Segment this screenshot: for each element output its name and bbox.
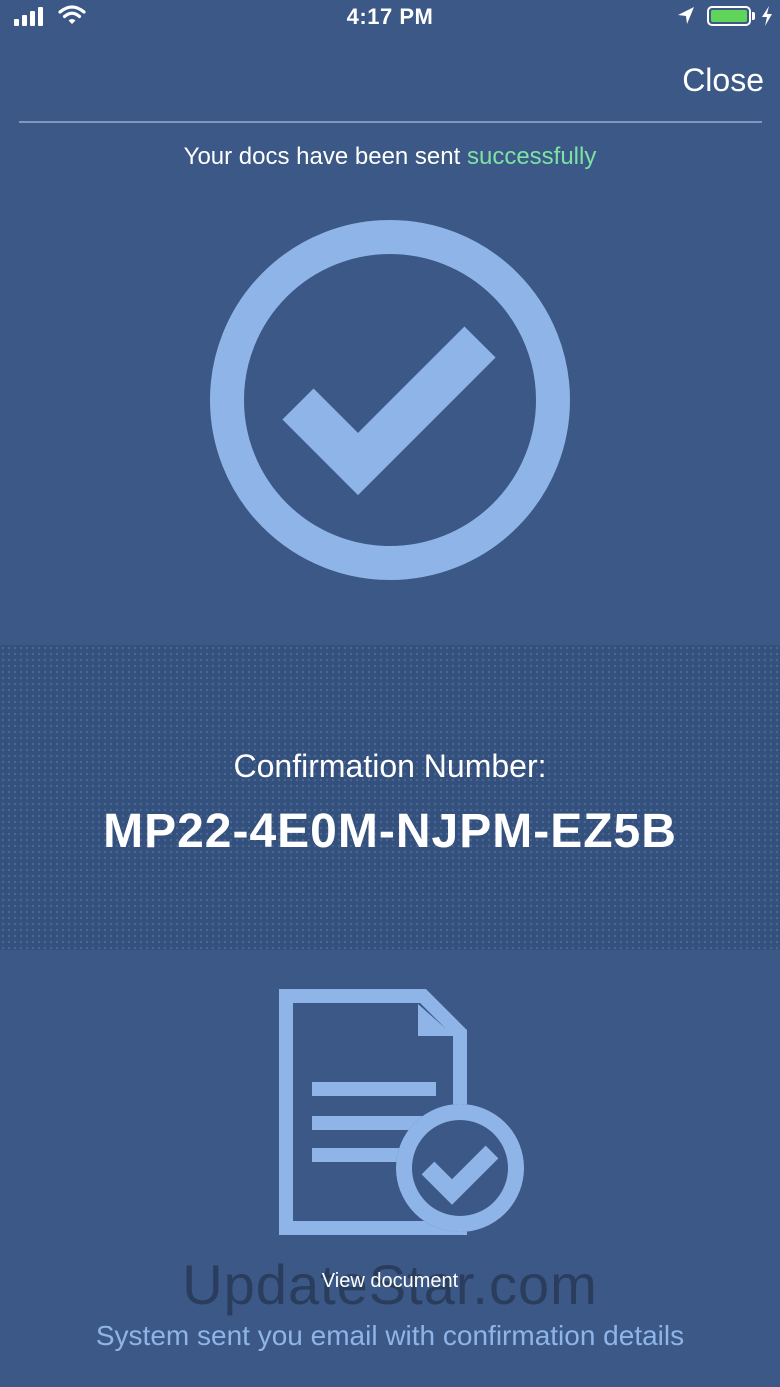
charging-bolt-icon: [760, 5, 774, 32]
confirmation-number: MP22-4E0M-NJPM-EZ5B: [103, 805, 677, 858]
confirmation-label: Confirmation Number:: [233, 748, 547, 784]
success-status-word: successfully: [466, 143, 597, 170]
status-time: 4:17 PM: [346, 4, 434, 29]
success-check-circle-icon: [208, 218, 572, 587]
location-arrow-icon: [676, 5, 696, 32]
header-divider: [19, 121, 762, 123]
status-bar: 4:17 PM: [0, 0, 780, 36]
view-document-link[interactable]: View document: [0, 1270, 780, 1293]
battery-icon: [707, 6, 751, 26]
confirmation-panel: [0, 645, 780, 950]
battery-level-fill: [711, 10, 747, 22]
email-confirmation-note: System sent you email with confirmation …: [95, 1320, 685, 1351]
success-message-prefix: Your docs have been sent: [183, 143, 461, 170]
close-button[interactable]: Close: [682, 62, 764, 99]
battery-tip: [752, 12, 755, 20]
success-message: Your docs have been sent successfully: [0, 143, 780, 171]
document-check-icon[interactable]: [278, 986, 538, 1251]
